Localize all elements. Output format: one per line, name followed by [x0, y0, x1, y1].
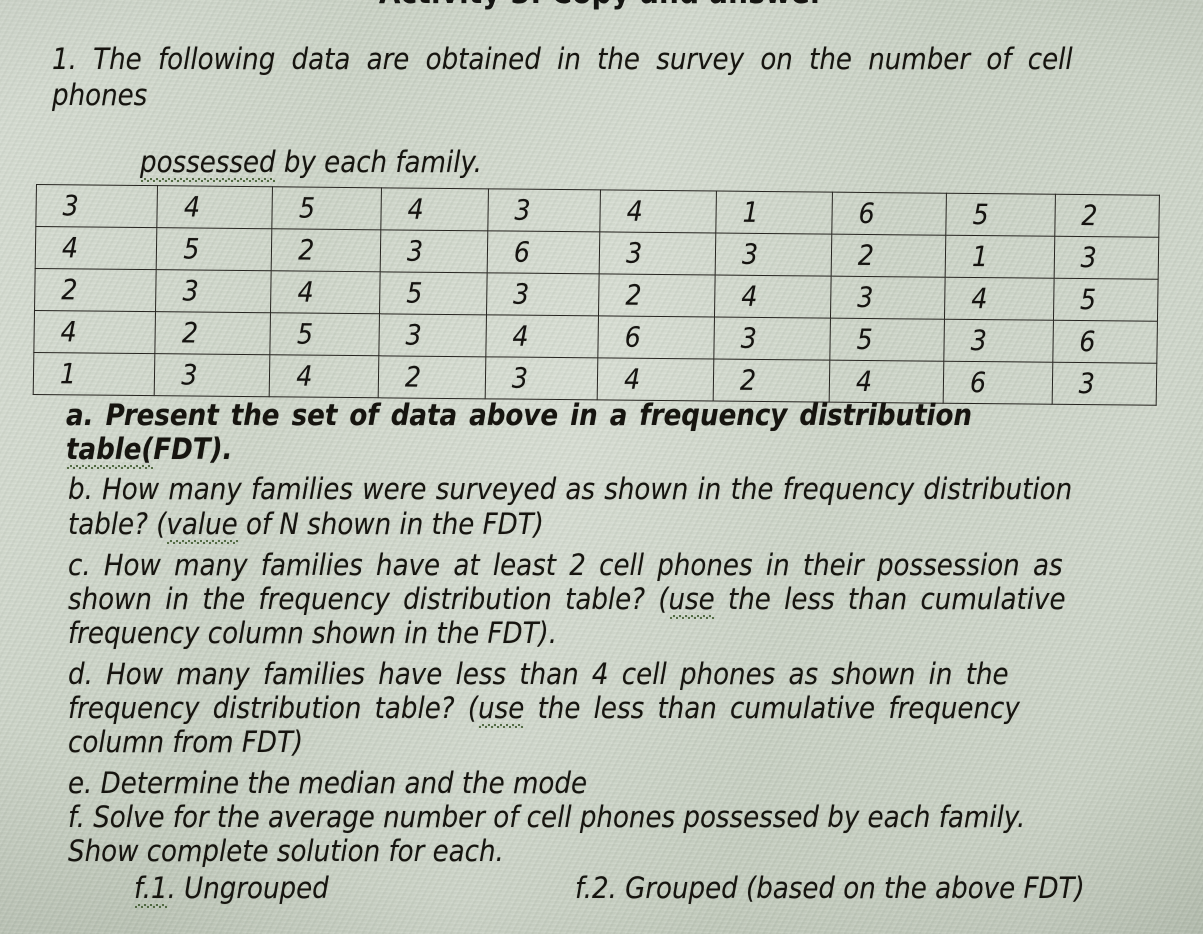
table-cell: 3 — [378, 313, 487, 357]
item-c-line-3: frequency column shown in the FDT). — [68, 616, 557, 650]
table-cell: 5 — [272, 186, 382, 230]
table-cell: 4 — [380, 187, 489, 231]
table-cell: 5 — [270, 312, 380, 356]
item-c-line-1: c. How many families have at least 2 cel… — [68, 548, 1063, 582]
question-line-1: 1. The following data are obtained in th… — [52, 42, 1073, 76]
activity-header-text: Activity 3: Copy and answer — [0, 0, 1203, 11]
table-cell: 3 — [715, 233, 832, 277]
table-cell: 4 — [714, 275, 832, 319]
table-cell: 3 — [155, 269, 272, 313]
table-cell: 2 — [598, 273, 716, 318]
item-d-line-2-pre: frequency distribution table? ( — [68, 691, 479, 725]
item-c-line-2-post: the less than cumulative — [714, 582, 1066, 616]
spellcheck-word-use-d: use — [478, 691, 525, 728]
table-cell: 5 — [1053, 278, 1159, 322]
table-cell: 6 — [487, 230, 600, 274]
table-cell: 3 — [943, 319, 1054, 363]
item-a-line-2-rest: FDT). — [153, 432, 233, 466]
item-b-line-2-post: of N shown in the FDT) — [237, 507, 544, 541]
table-cell: 4 — [485, 314, 599, 358]
spellcheck-word-use-c: use — [668, 582, 715, 619]
item-f-line-2: Show complete solution for each. — [68, 834, 504, 868]
item-f2-line: f.2. Grouped (based on the above FDT) — [575, 871, 1085, 905]
question-line-3-rest: by each family. — [275, 145, 482, 179]
item-e-line-1: e. Determine the median and the mode — [68, 766, 588, 800]
table-cell: 4 — [597, 357, 714, 402]
data-table-wrapper: 3454341652452363321323453243454253463536… — [33, 184, 1160, 406]
table-cell: 2 — [1054, 194, 1160, 238]
spellcheck-word-f1: f.1 — [134, 871, 168, 908]
table-cell: 4 — [33, 310, 156, 354]
table-cell: 2 — [271, 228, 381, 272]
table-cell: 6 — [831, 192, 947, 236]
item-c-line-2: shown in the frequency distribution tabl… — [68, 582, 1066, 619]
item-f1-line: f.1. Ungrouped — [134, 871, 329, 908]
table-cell: 3 — [35, 184, 158, 228]
item-a-line-1: a. Present the set of data above in a fr… — [66, 398, 972, 432]
table-cell: 4 — [269, 354, 379, 398]
table-cell: 3 — [713, 317, 831, 361]
table-cell: 5 — [829, 318, 945, 362]
question-line-3: possessed by each family. — [140, 145, 482, 182]
table-cell: 4 — [829, 360, 944, 404]
spellcheck-word-value: value — [166, 507, 238, 544]
table-cell: 3 — [380, 229, 488, 273]
table-cell: 3 — [1053, 236, 1159, 280]
table-cell: 4 — [270, 270, 381, 314]
data-table-body: 3454341652452363321323453243454253463536… — [33, 184, 1160, 406]
item-d-line-3: column from FDT) — [68, 725, 304, 759]
item-d-line-2: frequency distribution table? (use the l… — [68, 691, 1020, 728]
table-cell: 2 — [713, 359, 830, 403]
item-b-line-1: b. How many families were surveyed as sh… — [68, 472, 1073, 506]
photographed-screen: Activity 3: Copy and answer 1. The follo… — [0, 0, 1203, 934]
table-cell: 3 — [830, 276, 946, 320]
item-d-line-2-post: the less than cumulative frequency — [524, 691, 1020, 725]
clipped-activity-header: Activity 3: Copy and answer — [0, 0, 1203, 12]
item-f1-rest: . Ungrouped — [167, 871, 329, 905]
table-cell: 3 — [486, 272, 600, 316]
table-cell: 4 — [599, 189, 717, 234]
table-cell: 3 — [154, 353, 271, 397]
item-c-line-2-pre: shown in the frequency distribution tabl… — [68, 582, 669, 616]
table-cell: 5 — [379, 271, 488, 315]
table-cell: 1 — [945, 235, 1055, 279]
table-cell: 1 — [33, 352, 156, 396]
item-f-line-1: f. Solve for the average number of cell … — [68, 800, 1026, 834]
table-cell: 2 — [378, 355, 486, 399]
table-cell: 2 — [831, 234, 946, 278]
table-cell: 2 — [34, 268, 157, 312]
item-a-line-2: table(FDT). — [66, 432, 233, 469]
item-b-line-2: table? (value of N shown in the FDT) — [68, 507, 544, 544]
cell-phone-data-table: 3454341652452363321323453243454253463536… — [33, 184, 1160, 406]
table-cell: 6 — [1052, 320, 1158, 364]
table-cell: 3 — [599, 231, 716, 276]
table-cell: 5 — [945, 193, 1056, 237]
table-cell: 1 — [715, 191, 833, 235]
table-cell: 2 — [155, 311, 271, 355]
table-cell: 5 — [156, 227, 273, 271]
question-line-2: phones — [52, 78, 148, 112]
table-cell: 4 — [35, 226, 158, 270]
table-cell: 4 — [157, 185, 273, 229]
item-d-line-1: d. How many families have less than 4 ce… — [68, 657, 1009, 691]
table-cell: 6 — [597, 315, 715, 360]
document-content: Activity 3: Copy and answer 1. The follo… — [0, 0, 1203, 934]
spellcheck-word-table: table( — [66, 432, 154, 469]
table-cell: 3 — [487, 188, 601, 232]
spellcheck-word-possessed: possessed — [140, 145, 276, 182]
table-cell: 3 — [485, 356, 598, 400]
item-b-line-2-pre: table? ( — [68, 507, 167, 541]
table-cell: 4 — [944, 277, 1054, 321]
table-cell: 3 — [1051, 362, 1157, 406]
